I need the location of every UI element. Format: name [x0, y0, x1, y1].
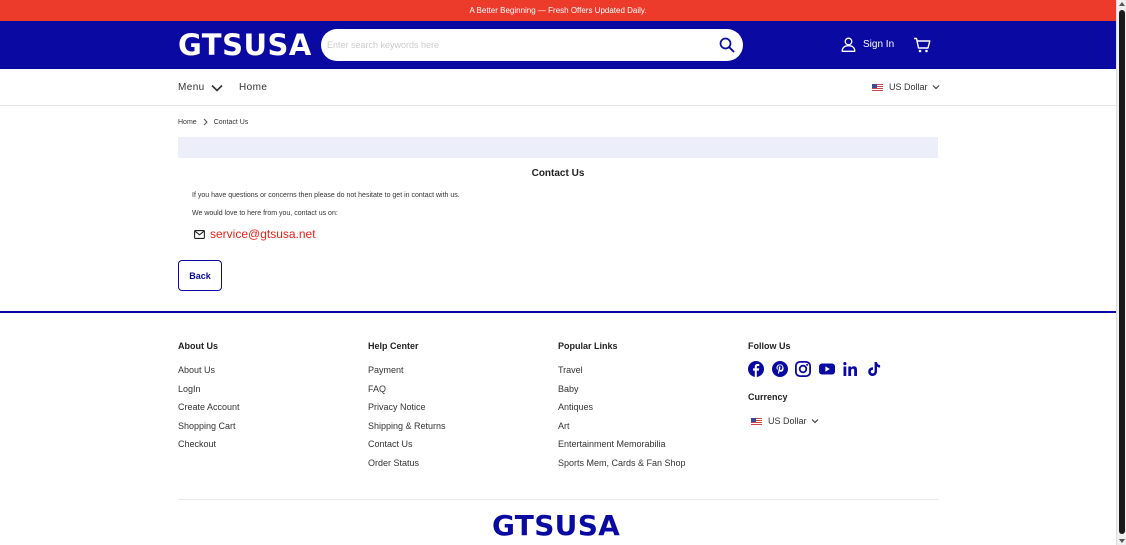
tiktok-icon[interactable]: [866, 361, 882, 377]
footer-link-entertainment[interactable]: Entertainment Memorabilia: [558, 438, 686, 457]
footer-link-order-status[interactable]: Order Status: [368, 457, 446, 476]
footer-currency-selector[interactable]: US Dollar: [751, 416, 819, 426]
linkedin-icon[interactable]: [842, 361, 858, 377]
search-input[interactable]: [327, 35, 707, 55]
footer-link-faq[interactable]: FAQ: [368, 383, 446, 402]
menu-label: Menu: [178, 82, 205, 93]
announcement-bar: A Better Beginning — Fresh Offers Update…: [0, 0, 1116, 21]
breadcrumb: Home Contact Us: [178, 118, 248, 126]
footer-help-column: Help Center Payment FAQ Privacy Notice S…: [368, 341, 446, 475]
scroll-down-arrow[interactable]: [1119, 539, 1125, 543]
footer-link-login[interactable]: LogIn: [178, 383, 240, 402]
footer-link-payment[interactable]: Payment: [368, 364, 446, 383]
email-link[interactable]: service@gtsusa.net: [210, 227, 316, 241]
breadcrumb-current: Contact Us: [213, 118, 249, 126]
footer-link-travel[interactable]: Travel: [558, 364, 686, 383]
footer-link-art[interactable]: Art: [558, 420, 686, 439]
footer-heading-about: About Us: [178, 341, 218, 351]
menu-toggle[interactable]: Menu: [178, 82, 223, 93]
page-scrollbar[interactable]: [1116, 0, 1126, 545]
pinterest-icon[interactable]: [771, 361, 788, 377]
envelope-icon: [194, 229, 205, 239]
announcement-text: A Better Beginning — Fresh Offers Update…: [469, 6, 647, 15]
footer-divider: [178, 499, 938, 500]
contact-subtext: We would love to here from you, contact …: [192, 210, 338, 217]
footer-about-column: About Us About Us LogIn Create Account S…: [178, 341, 240, 457]
search-icon[interactable]: [719, 37, 735, 53]
chevron-right-icon: [203, 118, 208, 126]
sign-in-link[interactable]: Sign In: [841, 37, 894, 52]
footer-logo[interactable]: GTSUSA: [492, 510, 620, 542]
instagram-icon[interactable]: [794, 360, 811, 377]
chevron-down-icon: [211, 84, 223, 92]
header: GTSUSA Sign In: [0, 21, 1116, 69]
breadcrumb-home[interactable]: Home: [178, 119, 197, 126]
search-box: [321, 29, 743, 61]
youtube-icon[interactable]: [818, 361, 835, 377]
nav-home-link[interactable]: Home: [239, 82, 267, 93]
contact-intro-text: If you have questions or concerns then p…: [192, 192, 460, 199]
scrollbar-thumb[interactable]: [1119, 10, 1125, 534]
footer-currency-label: US Dollar: [768, 416, 807, 426]
page-banner-bar: [178, 137, 938, 158]
chevron-down-icon: [932, 85, 939, 90]
cart-icon[interactable]: [913, 37, 931, 53]
footer-heading-popular: Popular Links: [558, 341, 618, 351]
sign-in-label: Sign In: [863, 39, 895, 50]
footer-link-checkout[interactable]: Checkout: [178, 438, 240, 457]
footer-popular-column: Popular Links Travel Baby Antiques Art E…: [558, 341, 686, 475]
us-flag-icon: [872, 83, 883, 91]
footer-link-shipping[interactable]: Shipping & Returns: [368, 420, 446, 439]
back-button[interactable]: Back: [178, 260, 222, 291]
footer-link-antiques[interactable]: Antiques: [558, 401, 686, 420]
user-icon: [841, 37, 856, 52]
footer-link-baby[interactable]: Baby: [558, 383, 686, 402]
main-nav: Menu Home US Dollar: [0, 69, 1116, 106]
currency-selector[interactable]: US Dollar: [872, 82, 940, 92]
footer-heading-currency: Currency: [748, 392, 788, 402]
footer-link-sports[interactable]: Sports Mem, Cards & Fan Shop: [558, 457, 686, 476]
chevron-down-icon: [811, 419, 818, 424]
footer-link-shopping-cart[interactable]: Shopping Cart: [178, 420, 240, 439]
footer-top-line: [0, 311, 1116, 313]
footer-link-contact[interactable]: Contact Us: [368, 438, 446, 457]
social-links: [748, 360, 889, 377]
footer-heading-follow: Follow Us: [748, 341, 791, 351]
footer-link-about-us[interactable]: About Us: [178, 364, 240, 383]
footer-link-create-account[interactable]: Create Account: [178, 401, 240, 420]
site-logo[interactable]: GTSUSA: [178, 29, 312, 61]
footer-link-privacy[interactable]: Privacy Notice: [368, 401, 446, 420]
email-contact[interactable]: service@gtsusa.net: [194, 227, 316, 241]
currency-label: US Dollar: [889, 82, 928, 92]
footer-heading-help: Help Center: [368, 341, 419, 351]
page-title: Contact Us: [531, 168, 585, 179]
scroll-up-arrow[interactable]: [1119, 2, 1125, 6]
us-flag-icon: [751, 417, 762, 425]
facebook-icon[interactable]: [748, 361, 764, 377]
